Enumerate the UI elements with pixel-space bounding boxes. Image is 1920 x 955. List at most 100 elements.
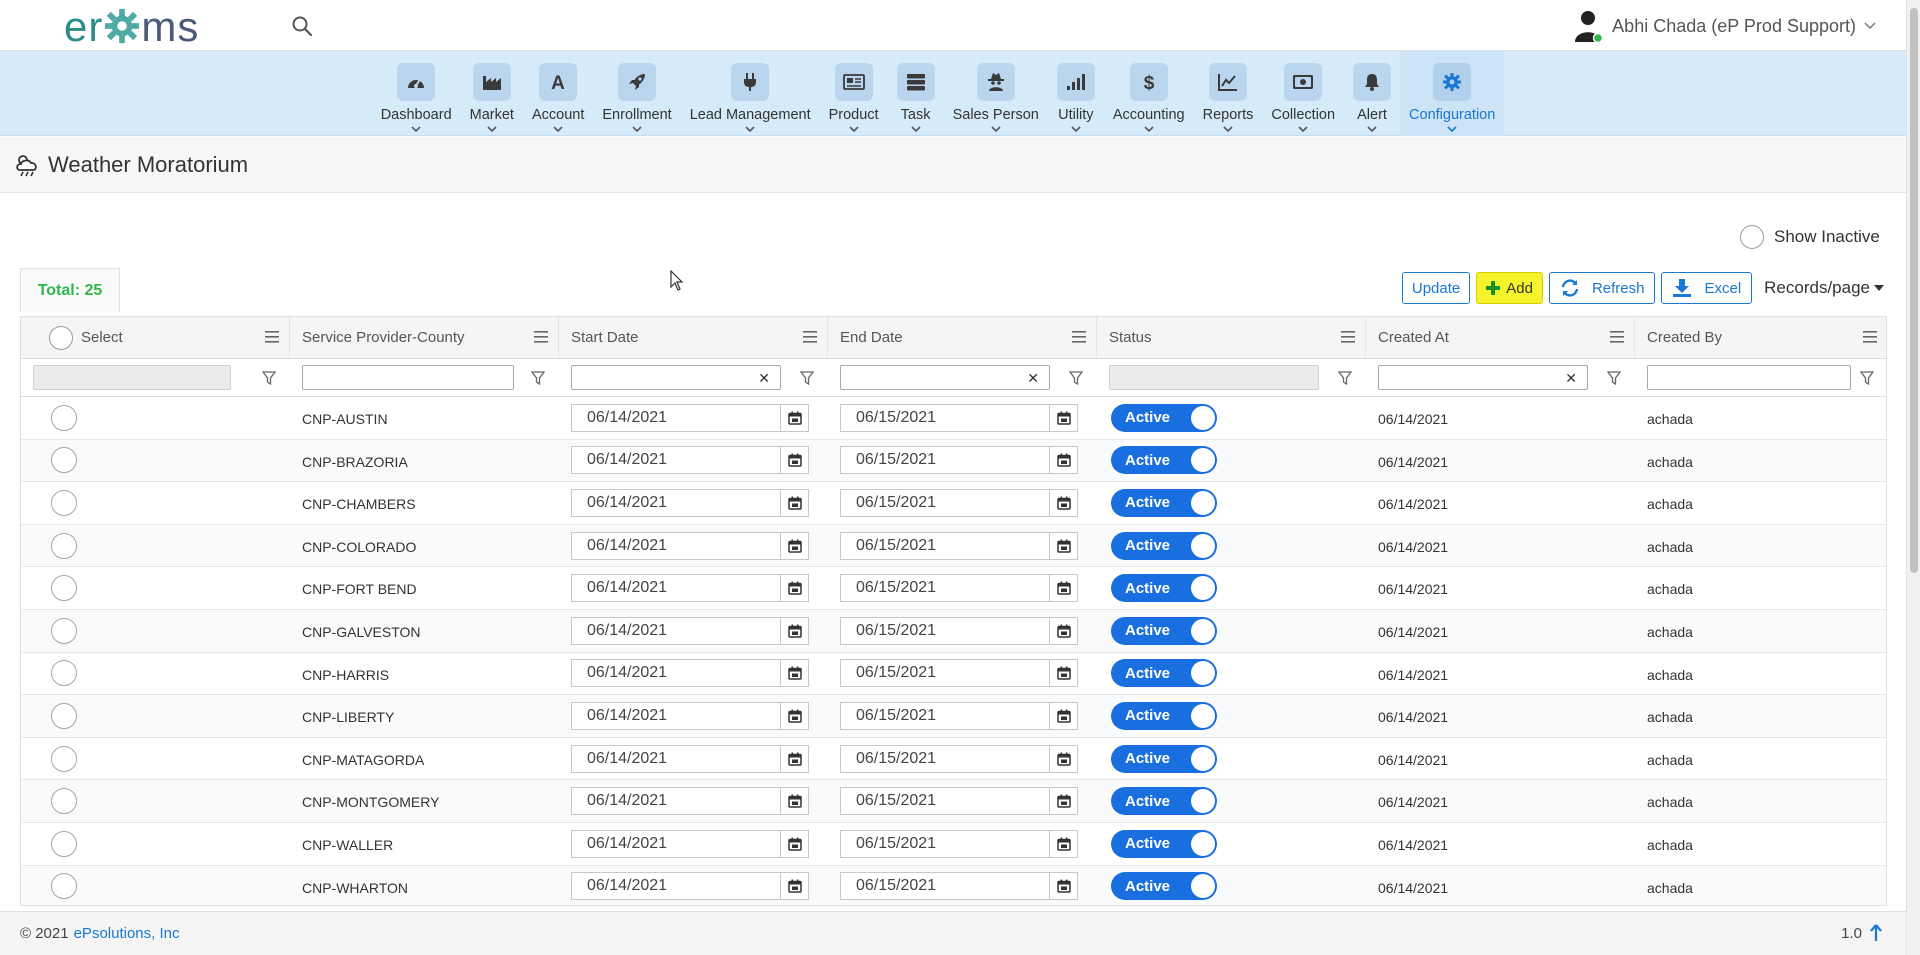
calendar-icon[interactable] (780, 830, 808, 857)
end-date-value[interactable]: 06/15/2021 (841, 835, 1049, 853)
calendar-icon[interactable] (1049, 404, 1077, 431)
start-date-picker[interactable]: 06/14/2021 (571, 403, 809, 432)
row-select-radio[interactable] (51, 489, 77, 516)
start-date-picker[interactable]: 06/14/2021 (571, 446, 809, 475)
table-row[interactable]: CNP-LIBERTY 06/14/2021 06/15/2021 Active 06/… (21, 695, 1886, 738)
column-header-start-date[interactable]: Start Date (559, 317, 828, 358)
table-row[interactable]: CNP-COLORADO 06/14/2021 06/15/2021 Active 06… (21, 524, 1886, 568)
calendar-icon[interactable] (780, 575, 808, 602)
nav-item-utility[interactable]: Utility (1048, 51, 1104, 136)
nav-item-product[interactable]: Product (820, 51, 888, 136)
start-date-picker[interactable]: 06/14/2021 (571, 872, 809, 901)
calendar-icon[interactable] (780, 617, 808, 644)
start-date-picker[interactable]: 06/14/2021 (571, 531, 809, 560)
end-date-picker[interactable]: 06/15/2021 (840, 574, 1078, 603)
end-date-picker[interactable]: 06/15/2021 (840, 701, 1078, 730)
end-date-value[interactable]: 06/15/2021 (841, 409, 1049, 427)
row-select-radio[interactable] (51, 788, 77, 815)
nav-item-lead-management[interactable]: Lead Management (681, 51, 820, 136)
end-date-picker[interactable]: 06/15/2021 (840, 787, 1078, 816)
row-select-radio[interactable] (51, 830, 77, 857)
show-inactive-toggle[interactable]: Show Inactive (1740, 225, 1880, 249)
calendar-icon[interactable] (780, 660, 808, 687)
start-date-value[interactable]: 06/14/2021 (572, 622, 780, 640)
table-row[interactable]: CNP-HARRIS 06/14/2021 06/15/2021 Active 06/1… (21, 653, 1886, 696)
column-header-status[interactable]: Status (1097, 317, 1366, 358)
row-select-radio[interactable] (51, 447, 77, 474)
calendar-icon[interactable] (1049, 489, 1077, 516)
table-row[interactable]: CNP-CHAMBERS 06/14/2021 06/15/2021 Active 06… (21, 482, 1886, 525)
nav-item-accounting[interactable]: $ Accounting (1104, 51, 1194, 136)
start-date-picker[interactable]: 06/14/2021 (571, 616, 809, 645)
table-row[interactable]: CNP-WHARTON 06/14/2021 06/15/2021 Active 06/… (21, 865, 1886, 905)
status-toggle[interactable]: Active (1111, 659, 1217, 688)
user-menu[interactable]: Abhi Chada (eP Prod Support) (1574, 10, 1876, 43)
calendar-icon[interactable] (1049, 788, 1077, 815)
clear-filter-icon[interactable]: ✕ (1027, 370, 1039, 387)
end-date-value[interactable]: 06/15/2021 (841, 579, 1049, 597)
calendar-icon[interactable] (780, 873, 808, 900)
column-filter-input[interactable]: ✕ (840, 365, 1050, 390)
end-date-picker[interactable]: 06/15/2021 (840, 531, 1078, 560)
company-link[interactable]: ePsolutions, Inc (74, 925, 180, 942)
end-date-value[interactable]: 06/15/2021 (841, 494, 1049, 512)
scrollbar-thumb[interactable] (1910, 8, 1918, 573)
calendar-icon[interactable] (1049, 873, 1077, 900)
status-toggle[interactable]: Active (1111, 403, 1217, 432)
refresh-button[interactable]: Refresh (1548, 272, 1656, 304)
calendar-icon[interactable] (780, 489, 808, 516)
nav-item-market[interactable]: Market (461, 51, 523, 136)
calendar-icon[interactable] (1049, 702, 1077, 729)
start-date-picker[interactable]: 06/14/2021 (571, 574, 809, 603)
end-date-value[interactable]: 06/15/2021 (841, 537, 1049, 555)
start-date-value[interactable]: 06/14/2021 (572, 579, 780, 597)
arrow-up-icon[interactable] (1870, 924, 1882, 942)
status-toggle[interactable]: Active (1111, 488, 1217, 517)
row-select-radio[interactable] (51, 660, 77, 687)
row-select-radio[interactable] (51, 873, 77, 900)
calendar-icon[interactable] (1049, 830, 1077, 857)
end-date-picker[interactable]: 06/15/2021 (840, 616, 1078, 645)
calendar-icon[interactable] (1049, 745, 1077, 772)
start-date-picker[interactable]: 06/14/2021 (571, 659, 809, 688)
status-toggle[interactable]: Active (1111, 531, 1217, 560)
status-toggle[interactable]: Active (1111, 701, 1217, 730)
nav-item-enrollment[interactable]: Enrollment (593, 51, 680, 136)
end-date-picker[interactable]: 06/15/2021 (840, 829, 1078, 858)
calendar-icon[interactable] (1049, 660, 1077, 687)
status-toggle[interactable]: Active (1111, 446, 1217, 475)
end-date-picker[interactable]: 06/15/2021 (840, 446, 1078, 475)
status-toggle[interactable]: Active (1111, 829, 1217, 858)
status-toggle[interactable]: Active (1111, 574, 1217, 603)
calendar-icon[interactable] (1049, 447, 1077, 474)
table-row[interactable]: CNP-FORT BEND 06/14/2021 06/15/2021 Active 0… (21, 567, 1886, 610)
start-date-value[interactable]: 06/14/2021 (572, 750, 780, 768)
end-date-picker[interactable]: 06/15/2021 (840, 872, 1078, 901)
table-row[interactable]: CNP-GALVESTON 06/14/2021 06/15/2021 Active 0… (21, 609, 1886, 653)
end-date-value[interactable]: 06/15/2021 (841, 707, 1049, 725)
status-toggle[interactable]: Active (1111, 787, 1217, 816)
update-button[interactable]: Update (1401, 272, 1471, 304)
table-row[interactable]: CNP-WALLER 06/14/2021 06/15/2021 Active 06/1… (21, 823, 1886, 866)
start-date-value[interactable]: 06/14/2021 (572, 835, 780, 853)
column-header-end-date[interactable]: End Date (828, 317, 1097, 358)
calendar-icon[interactable] (780, 532, 808, 559)
table-row[interactable]: CNP-MATAGORDA 06/14/2021 06/15/2021 Active 0… (21, 738, 1886, 781)
status-toggle[interactable]: Active (1111, 616, 1217, 645)
row-select-radio[interactable] (51, 575, 77, 602)
end-date-picker[interactable]: 06/15/2021 (840, 403, 1078, 432)
column-header-service-provider-county[interactable]: Service Provider-County (290, 317, 559, 358)
start-date-value[interactable]: 06/14/2021 (572, 792, 780, 810)
nav-item-collection[interactable]: Collection (1262, 51, 1344, 136)
calendar-icon[interactable] (780, 745, 808, 772)
calendar-icon[interactable] (780, 702, 808, 729)
clear-filter-icon[interactable]: ✕ (1565, 370, 1577, 387)
row-select-radio[interactable] (51, 617, 77, 644)
nav-item-alert[interactable]: Alert (1344, 51, 1400, 136)
calendar-icon[interactable] (1049, 532, 1077, 559)
nav-item-task[interactable]: Task (888, 51, 944, 136)
calendar-icon[interactable] (1049, 617, 1077, 644)
show-inactive-radio[interactable] (1740, 225, 1764, 249)
end-date-picker[interactable]: 06/15/2021 (840, 659, 1078, 688)
column-header-select[interactable]: Select (21, 317, 290, 358)
